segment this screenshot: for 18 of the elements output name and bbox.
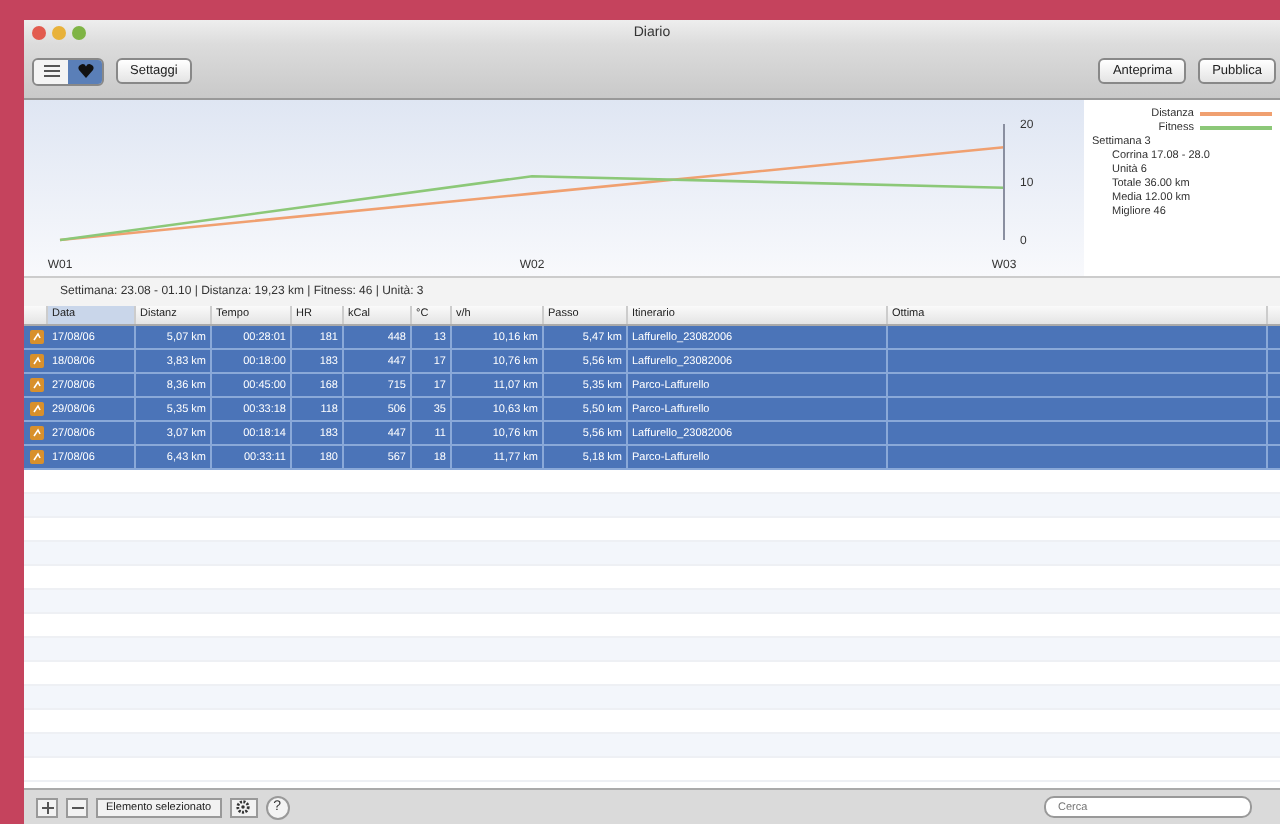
- heart-view-button[interactable]: [68, 59, 102, 83]
- activity-icon: [29, 330, 43, 344]
- y-axis: [1003, 123, 1005, 241]
- add-button[interactable]: [36, 797, 58, 817]
- gear-menu-button[interactable]: [229, 797, 258, 817]
- list-icon: [43, 64, 59, 78]
- activity-icon: [29, 450, 43, 464]
- minus-icon: [71, 801, 83, 813]
- activity-icon: [29, 402, 43, 416]
- plus-icon: [41, 801, 53, 813]
- activity-icon: [29, 378, 43, 392]
- gear-icon: [236, 800, 251, 814]
- list-view-button[interactable]: [34, 59, 68, 83]
- activity-icon: [29, 354, 43, 368]
- activity-icon: [29, 426, 43, 440]
- heart-icon: [77, 64, 93, 78]
- close-button[interactable]: [32, 25, 46, 39]
- remove-button[interactable]: [66, 797, 88, 817]
